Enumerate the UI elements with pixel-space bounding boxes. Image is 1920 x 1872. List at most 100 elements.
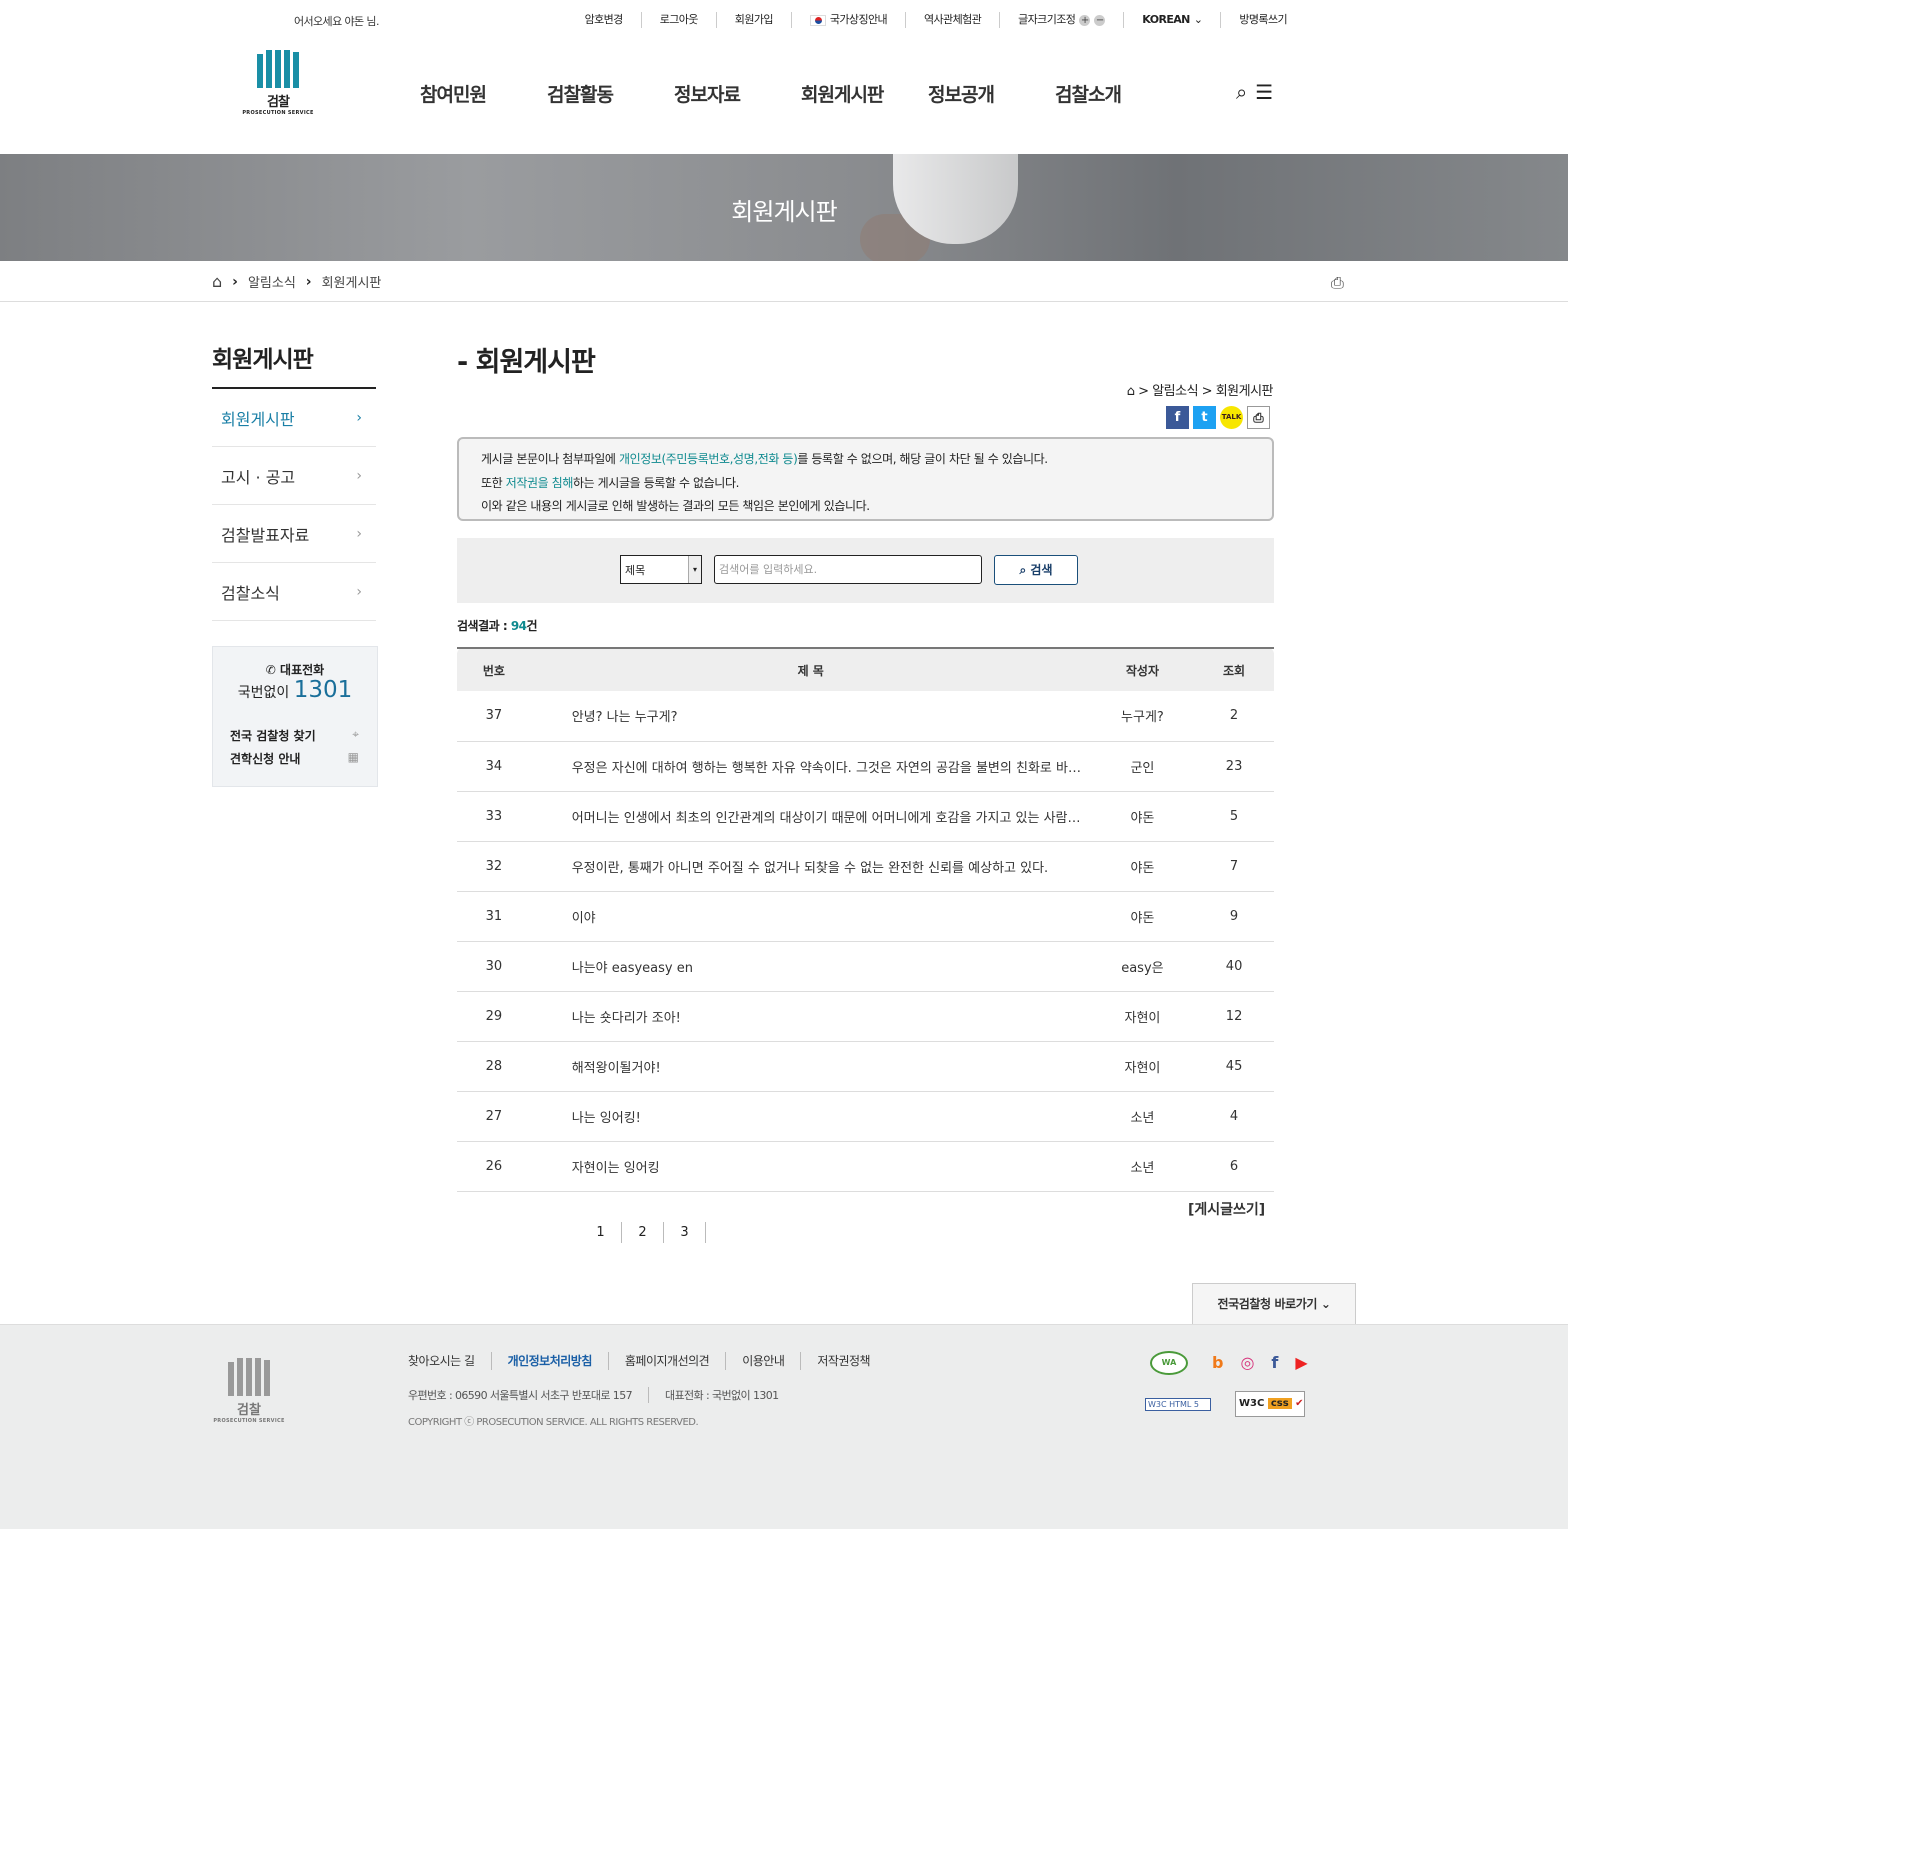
page-link-1[interactable]: 1 (580, 1222, 622, 1243)
print-icon[interactable]: ⎙ (1331, 273, 1344, 293)
page-link-2[interactable]: 2 (622, 1222, 664, 1243)
notice-line-3: 이와 같은 내용의 게시글로 인해 발생하는 결과의 모든 책임은 본인에게 있… (481, 499, 870, 513)
gnb-item-activities[interactable]: 검찰활동 (547, 80, 674, 107)
hamburger-menu-icon[interactable]: ☰ (1255, 80, 1273, 104)
w3c-html5-badge: W3C HTML 5 (1145, 1398, 1211, 1411)
guestbook-link[interactable]: 방명록쓰기 (1220, 12, 1288, 28)
result-number: 94 (510, 619, 527, 633)
footer-link-guide[interactable]: 이용안내 (725, 1352, 800, 1370)
lnb-item-announcement[interactable]: 고시 · 공고 › (212, 447, 376, 505)
gnb-item-information[interactable]: 정보자료 (674, 80, 801, 107)
find-office-link[interactable]: 전국 검찰청 찾기 ⌖ (230, 727, 359, 750)
post-title[interactable]: 어머니는 인생에서 최초의 인간관계의 대상이기 때문에 어머니에게 호감을 가… (531, 791, 1091, 841)
table-row[interactable]: 27 나는 잉어킹! 소년 4 (457, 1091, 1274, 1141)
call-number: 1301 (293, 677, 353, 703)
postal-address: 우편번호 : 06590 서울특별시 서초구 반포대로 157 (408, 1389, 633, 1402)
facebook-share-icon[interactable]: f (1166, 406, 1189, 429)
post-views: 45 (1225, 1058, 1243, 1074)
post-title[interactable]: 이야 (531, 891, 1091, 941)
lnb-item-press-release[interactable]: 검찰발표자료 › (212, 505, 376, 563)
home-icon[interactable]: ⌂ (212, 272, 222, 291)
kakaotalk-share-icon[interactable]: TALK (1220, 406, 1243, 429)
chevron-right-icon: › (356, 467, 362, 484)
footer-link-copyright[interactable]: 저작권정책 (800, 1352, 886, 1370)
post-writer: 야돈 (1130, 910, 1155, 926)
post-title[interactable]: 안녕? 나는 누구게? (531, 691, 1091, 741)
search-icon[interactable]: ⌕ (1236, 80, 1247, 104)
gnb-item-disclosure[interactable]: 정보공개 (928, 80, 1055, 107)
main-navigation: 참여민원 검찰활동 정보자료 회원게시판 정보공개 검찰소개 (420, 80, 1182, 107)
language-select[interactable]: KOREAN ⌄ (1123, 12, 1220, 28)
lnb-item-label: 검찰소식 (221, 583, 280, 603)
table-row[interactable]: 30 나는야 easyeasy en easy은 40 (457, 941, 1274, 991)
post-writer: 소년 (1130, 1160, 1155, 1176)
search-input[interactable] (714, 555, 982, 584)
breadcrumb-member-board[interactable]: 회원게시판 (322, 272, 382, 291)
footer-link-feedback[interactable]: 홈페이지개선의견 (607, 1352, 725, 1370)
post-writer: 자현이 (1124, 1060, 1161, 1076)
table-row[interactable]: 26 자현이는 잉어킹 소년 6 (457, 1141, 1274, 1191)
korea-flag-icon (809, 14, 826, 26)
footer-link-directions[interactable]: 찾아오시는 길 (408, 1352, 491, 1370)
write-post-button[interactable]: [게시글쓰기] (1188, 1199, 1265, 1219)
logout-link[interactable]: 로그아웃 (640, 12, 716, 28)
logo-en-text: PROSECUTION SERVICE (242, 110, 314, 116)
column-header-title: 제 목 (530, 647, 1091, 691)
prosecution-offices-shortcut-button[interactable]: 전국검찰청 바로가기 ⌄ (1192, 1283, 1356, 1325)
search-button[interactable]: ⌕ 검색 (994, 555, 1078, 585)
post-views: 6 (1229, 1158, 1239, 1174)
wa-certification-icon: WA (1150, 1351, 1188, 1375)
print-share-icon[interactable]: ⎙ (1247, 406, 1270, 429)
post-title[interactable]: 우정은 자신에 대하여 행하는 행복한 자유 약속이다. 그것은 자연의 공감을… (531, 741, 1091, 791)
site-logo[interactable]: 검찰 PROSECUTION SERVICE (240, 50, 316, 116)
table-row[interactable]: 29 나는 숏다리가 조아! 자현이 12 (457, 991, 1274, 1041)
utility-links: 암호변경 로그아웃 회원가입 국가상징안내 역사관체험관 글자크기조정 + − KO… (567, 12, 1288, 28)
national-symbol-link[interactable]: 국가상징안내 (790, 12, 905, 28)
logo-mark-icon (240, 50, 316, 88)
table-row[interactable]: 31 이야 야돈 9 (457, 891, 1274, 941)
search-field-select[interactable]: 제목 ▾ (620, 555, 702, 584)
join-link[interactable]: 회원가입 (715, 12, 791, 28)
notice-box: 게시글 본문이나 첨부파일에 개인정보(주민등록번호,성명,전화 등)를 등록할… (457, 437, 1274, 521)
share-buttons: f t TALK ⎙ (1166, 406, 1270, 429)
post-writer: 군인 (1130, 760, 1155, 776)
search-field-value: 제목 (625, 564, 646, 577)
post-views: 9 (1229, 908, 1239, 924)
instagram-icon[interactable]: ◎ (1240, 1353, 1254, 1372)
table-row[interactable]: 34 우정은 자신에 대하여 행하는 행복한 자유 약속이다. 그것은 자연의 공… (457, 741, 1274, 791)
footer-address: 우편번호 : 06590 서울특별시 서초구 반포대로 157 대표전화 : 국… (408, 1387, 779, 1403)
lnb-item-news[interactable]: 검찰소식 › (212, 563, 376, 621)
lnb-item-member-board[interactable]: 회원게시판 › (212, 389, 376, 447)
breadcrumb-notice[interactable]: 알림소식 (248, 272, 296, 291)
post-title[interactable]: 나는 숏다리가 조아! (531, 991, 1091, 1041)
gnb-item-participation[interactable]: 참여민원 (420, 80, 547, 107)
post-title[interactable]: 나는야 easyeasy en (531, 941, 1091, 991)
gnb-item-member-board[interactable]: 회원게시판 (801, 80, 928, 107)
notice-line-1: 게시글 본문이나 첨부파일에 개인정보(주민등록번호,성명,전화 등)를 등록할… (481, 448, 1272, 472)
table-row[interactable]: 33 어머니는 인생에서 최초의 인간관계의 대상이기 때문에 어머니에게 호감을… (457, 791, 1274, 841)
post-title[interactable]: 우정이란, 통째가 아니면 주어질 수 없거나 되찾을 수 없는 완전한 신뢰를… (531, 841, 1091, 891)
table-row[interactable]: 32 우정이란, 통째가 아니면 주어질 수 없거나 되찾을 수 없는 완전한 신… (457, 841, 1274, 891)
history-hall-link[interactable]: 역사관체험관 (905, 12, 999, 28)
facebook-icon[interactable]: f (1271, 1353, 1278, 1372)
footer-link-privacy[interactable]: 개인정보처리방침 (490, 1352, 608, 1370)
w3c-css-badge: W3C css ✔ (1235, 1391, 1305, 1417)
table-row[interactable]: 28 해적왕이될거야! 자현이 45 (457, 1041, 1274, 1091)
font-size-control: 글자크기조정 + − (999, 12, 1123, 28)
page-title: - 회원게시판 (457, 347, 596, 378)
gnb-item-about[interactable]: 검찰소개 (1055, 80, 1182, 107)
calendar-icon: ▦ (347, 750, 359, 764)
youtube-icon[interactable]: ▶ (1295, 1353, 1307, 1372)
change-password-link[interactable]: 암호변경 (567, 12, 641, 28)
table-row[interactable]: 37 안녕? 나는 누구게? 누구게? 2 (457, 691, 1274, 741)
tour-request-link[interactable]: 견학신청 안내 ▦ (230, 750, 359, 773)
post-title[interactable]: 해적왕이될거야! (531, 1041, 1091, 1091)
font-minus-icon[interactable]: − (1094, 14, 1106, 26)
content-breadcrumb: ⌂ > 알림소식 > 회원게시판 (1126, 384, 1274, 399)
twitter-share-icon[interactable]: t (1193, 406, 1216, 429)
post-title[interactable]: 나는 잉어킹! (531, 1091, 1091, 1141)
blog-icon[interactable]: b (1212, 1353, 1223, 1372)
font-plus-icon[interactable]: + (1079, 14, 1091, 26)
post-title[interactable]: 자현이는 잉어킹 (531, 1141, 1091, 1191)
page-link-3[interactable]: 3 (664, 1222, 706, 1243)
